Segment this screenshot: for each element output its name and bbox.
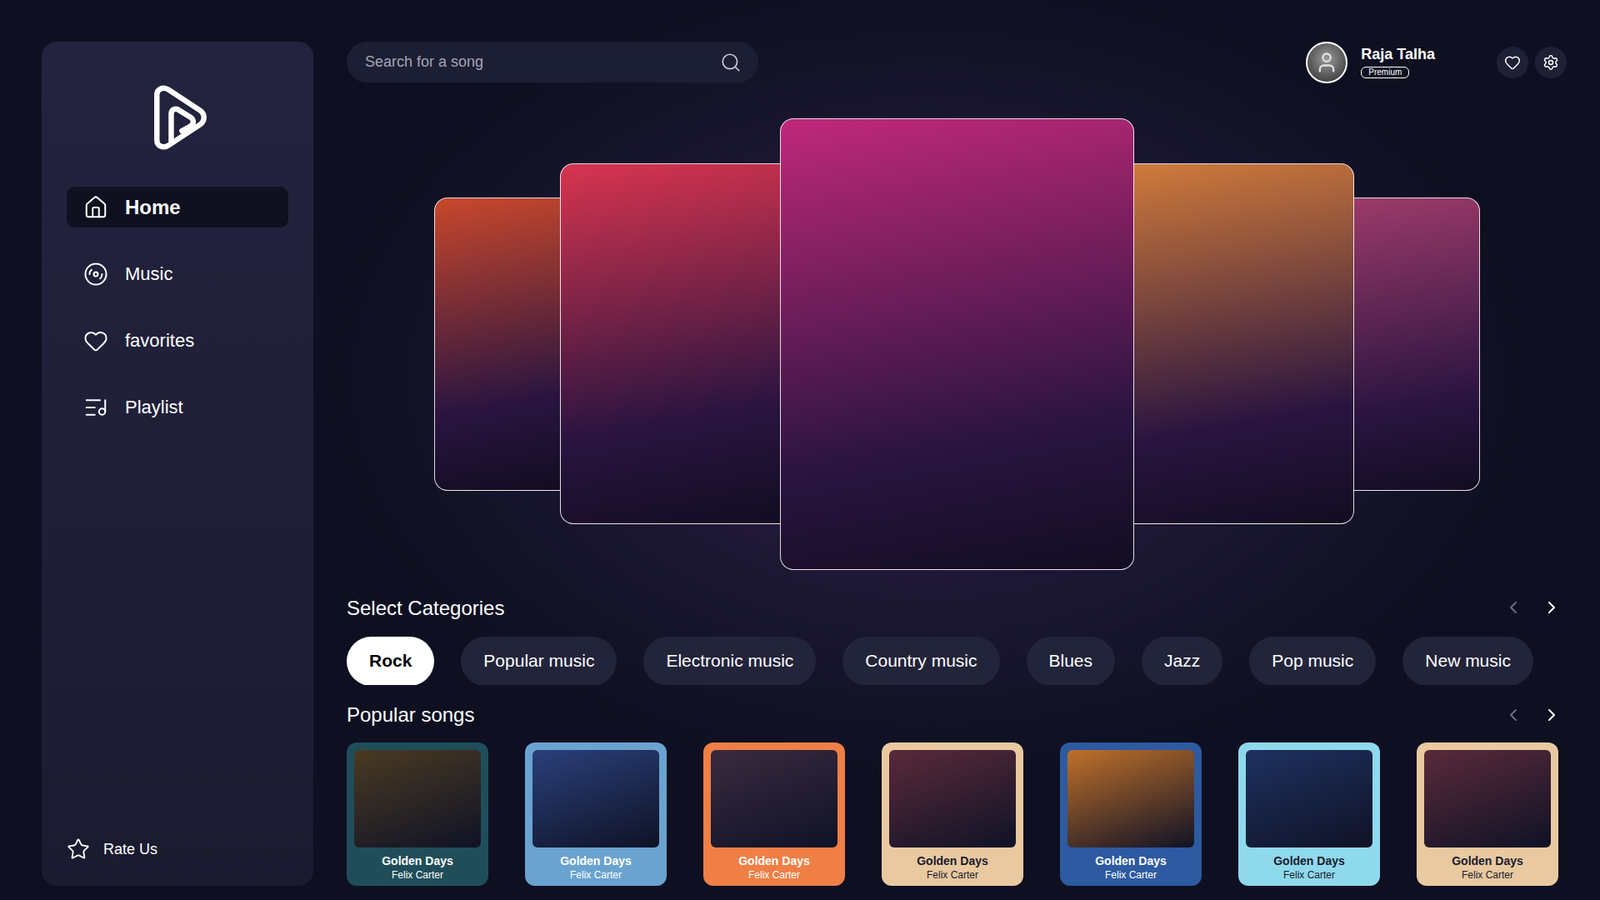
category-pill[interactable]: Blues [1026,636,1116,685]
sidebar-nav: Home Music favorites Playlist [66,186,289,428]
song-artist: Felix Carter [926,869,979,881]
featured-carousel [346,118,1567,570]
song-arrows [1503,705,1567,725]
section-title: Popular songs [346,702,475,727]
song-cover [354,750,481,848]
category-pill[interactable]: New music [1402,636,1534,685]
category-list: Rock Popular music Electronic music Country… [346,636,1567,685]
carousel-slide[interactable] [560,163,780,525]
chevron-left-icon [1503,597,1524,618]
sidebar-item[interactable]: Playlist [66,386,289,428]
music-app: Home Music favorites Playlist Rate Us Raja Ta… [0,0,1600,900]
song-artist: Felix Carter [1283,869,1335,881]
next-button[interactable] [1541,597,1562,618]
song-cover [1067,750,1195,848]
chevron-right-icon [1541,597,1562,618]
previous-button[interactable] [1503,705,1524,725]
logo-icon [141,81,214,154]
carousel-slide[interactable] [1354,197,1480,491]
music-icon [83,261,109,287]
song-title: Golden Days [738,854,810,868]
carousel-slide[interactable] [1134,163,1355,525]
heart-icon [83,328,109,354]
song-artist: Felix Carter [1105,869,1157,881]
category-pill[interactable]: Popular music [460,636,617,685]
sidebar-item-label: Music [125,263,173,285]
user-profile: Raja Talha Premium [1305,41,1567,84]
song-artist: Felix Carter [748,869,800,881]
song-cover [1424,750,1551,848]
rate-us-button[interactable]: Rate Us [66,837,289,861]
premium-badge: Premium [1360,66,1410,79]
search-input[interactable] [363,52,712,72]
song-title: Golden Days [1451,854,1524,868]
search-bar [346,41,759,83]
sidebar: Home Music favorites Playlist Rate Us [41,41,314,886]
song-title: Golden Days [916,854,989,868]
star-icon [66,837,90,861]
song-artist: Felix Carter [391,869,444,881]
song-card[interactable]: Golden DaysFelix Carter [1416,742,1559,886]
carousel-arrows [1503,597,1567,618]
chevron-right-icon [1541,705,1562,725]
song-list: Golden DaysFelix CarterGolden DaysFelix … [346,742,1567,886]
song-cover [889,750,1016,848]
sidebar-item-label: favorites [125,330,195,352]
logo [66,81,289,154]
home-icon [83,195,109,220]
avatar[interactable] [1305,41,1348,84]
song-card[interactable]: Golden DaysFelix Carter [346,742,489,886]
category-pill[interactable]: Rock [346,636,435,685]
next-button[interactable] [1541,705,1562,725]
song-card[interactable]: Golden DaysFelix Carter [703,742,845,886]
sidebar-item[interactable]: Music [66,253,289,295]
category-pill[interactable]: Electronic music [643,636,816,685]
user-name: Raja Talha [1360,45,1435,64]
sidebar-item-label: Playlist [125,396,184,419]
category-pill[interactable]: Jazz [1141,636,1223,685]
search-icon[interactable] [720,51,742,74]
popular-header: Popular songs [346,702,1567,727]
user-icon [1315,50,1339,75]
song-cover [710,750,838,848]
carousel-slide[interactable] [780,118,1135,570]
top-bar: Raja Talha Premium [346,41,1567,84]
song-cover [532,750,660,848]
category-pill[interactable]: Pop music [1249,636,1376,685]
gear-icon [1542,54,1560,71]
chevron-left-icon [1503,705,1524,725]
user-info: Raja Talha Premium [1360,45,1435,79]
categories-header: Select Categories [346,595,1567,620]
settings-button[interactable] [1535,46,1567,79]
song-card[interactable]: Golden DaysFelix Carter [1060,742,1202,886]
heart-icon [1504,54,1521,71]
song-title: Golden Days [560,854,632,868]
song-title: Golden Days [1095,854,1167,868]
song-card[interactable]: Golden DaysFelix Carter [525,742,667,886]
sidebar-item[interactable]: Home [66,186,289,228]
sidebar-item-label: Home [125,195,181,220]
song-card[interactable]: Golden DaysFelix Carter [1238,742,1380,886]
section-title: Select Categories [346,595,505,620]
song-artist: Felix Carter [1461,869,1514,881]
carousel-slide[interactable] [434,197,560,491]
previous-button[interactable] [1503,597,1524,618]
rate-us-label: Rate Us [103,840,158,859]
song-artist: Felix Carter [570,869,622,881]
main-content: Raja Talha Premium Select Categories Rock Po… [346,41,1567,886]
song-title: Golden Days [1273,854,1345,868]
sidebar-item[interactable]: favorites [66,320,289,361]
song-card[interactable]: Golden DaysFelix Carter [881,742,1024,886]
song-title: Golden Days [381,854,454,868]
category-pill[interactable]: Country music [842,636,1000,685]
playlist-icon [83,395,109,420]
song-cover [1245,750,1373,848]
favorites-button[interactable] [1496,46,1529,79]
